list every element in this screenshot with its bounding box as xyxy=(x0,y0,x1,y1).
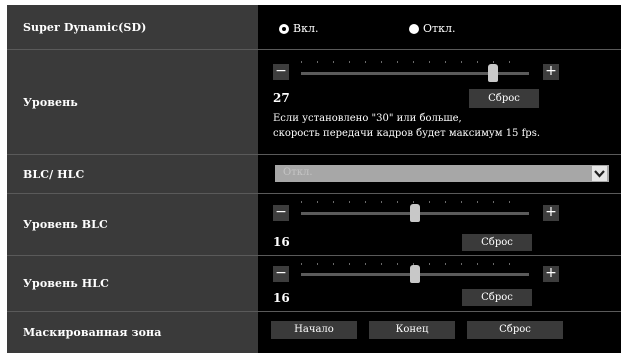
level-slider-thumb[interactable] xyxy=(488,64,499,82)
super-dynamic-options: Вкл. Откл. xyxy=(261,5,621,49)
row-super-dynamic: Super Dynamic(SD) Вкл. Откл. xyxy=(7,5,621,49)
blc-level-value: 16 xyxy=(273,235,290,249)
row-level: Уровень − + 27 Сброс Если установлено "3… xyxy=(7,50,621,154)
radio-unchecked-icon xyxy=(409,23,419,34)
mask-start-button[interactable]: Начало xyxy=(271,321,357,339)
row-mask-area: Маскированная зона Начало Конец Сброс xyxy=(7,312,621,353)
blc-level-reset-button[interactable]: Сброс xyxy=(462,234,532,251)
blc-hlc-label: BLC/ HLC xyxy=(7,155,258,193)
row-hlc-level: Уровень HLC − + 16 Сброс xyxy=(7,256,621,311)
mask-area-label: Маскированная зона xyxy=(7,312,258,353)
blc-hlc-select[interactable]: Откл. xyxy=(275,165,609,182)
level-plus-button[interactable]: + xyxy=(543,64,559,80)
mask-reset-button[interactable]: Сброс xyxy=(467,321,563,339)
level-reset-button[interactable]: Сброс xyxy=(469,89,539,108)
hlc-level-reset-button[interactable]: Сброс xyxy=(462,289,532,306)
radio-sd-off-label: Откл. xyxy=(423,22,456,35)
row-blc-level: Уровень BLC − + 16 Сброс xyxy=(7,194,621,255)
blc-level-plus-button[interactable]: + xyxy=(543,205,559,221)
level-control: − + 27 Сброс Если установлено "30" или б… xyxy=(261,50,621,154)
radio-checked-icon xyxy=(279,23,289,34)
hlc-level-label: Уровень HLC xyxy=(7,256,258,311)
blc-level-label: Уровень BLC xyxy=(7,194,258,255)
super-dynamic-label: Super Dynamic(SD) xyxy=(7,5,258,49)
hlc-level-plus-button[interactable]: + xyxy=(543,266,559,282)
blc-level-control: − + 16 Сброс xyxy=(261,194,621,255)
radio-sd-off[interactable]: Откл. xyxy=(409,22,455,35)
hlc-level-control: − + 16 Сброс xyxy=(261,256,621,311)
radio-sd-on-label: Вкл. xyxy=(293,22,319,35)
mask-area-control: Начало Конец Сброс xyxy=(261,312,621,353)
level-value: 27 xyxy=(273,91,290,105)
hlc-level-minus-button[interactable]: − xyxy=(273,266,289,282)
hlc-level-value: 16 xyxy=(273,291,290,305)
blc-hlc-control: Откл. xyxy=(261,155,621,193)
row-blc-hlc: BLC/ HLC Откл. xyxy=(7,155,621,193)
blc-level-slider-ticks xyxy=(301,201,525,203)
blc-level-minus-button[interactable]: − xyxy=(273,205,289,221)
blc-level-slider-thumb[interactable] xyxy=(410,204,420,222)
level-slider-ticks xyxy=(301,61,525,63)
level-label: Уровень xyxy=(7,50,258,154)
hlc-level-slider-thumb[interactable] xyxy=(410,265,420,283)
radio-sd-on[interactable]: Вкл. xyxy=(279,22,318,35)
mask-end-button[interactable]: Конец xyxy=(369,321,455,339)
blc-hlc-selected-value: Откл. xyxy=(283,167,313,178)
chevron-down-icon[interactable] xyxy=(592,166,607,181)
level-note-line-2: скорость передачи кадров будет максимум … xyxy=(273,128,541,139)
level-minus-button[interactable]: − xyxy=(273,64,289,80)
level-note-line-1: Если установлено "30" или больше, xyxy=(273,113,462,124)
settings-panel: Super Dynamic(SD) Вкл. Откл. Уровень − +… xyxy=(7,5,621,353)
